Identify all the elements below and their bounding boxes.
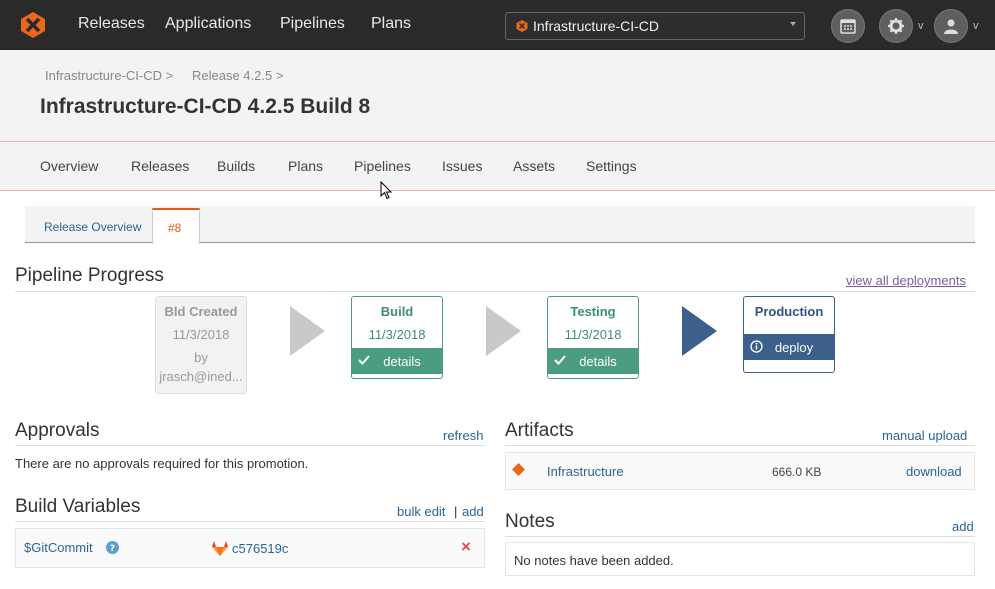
add-note-link[interactable]: add	[952, 519, 974, 534]
svg-text:?: ?	[110, 544, 115, 554]
tab-builds[interactable]: Builds	[217, 158, 255, 174]
notes-title: Notes	[505, 511, 555, 532]
subtab-build-8-label: #8	[168, 221, 182, 235]
nav-applications[interactable]: Applications	[165, 15, 251, 33]
stage-testing: Testing 11/3/2018 details	[547, 296, 639, 379]
stage-title: Build	[380, 304, 414, 319]
stage-date: 11/3/2018	[564, 327, 622, 342]
stage-build: Build 11/3/2018 details	[351, 296, 443, 379]
details-label: details	[579, 354, 617, 369]
tab-settings[interactable]: Settings	[586, 158, 637, 174]
settings-caret[interactable]: v	[918, 20, 924, 32]
stage-date: 11/3/2018	[368, 327, 426, 342]
artifact-row: Infrastructure 666.0 KB download	[505, 452, 975, 490]
nav-releases[interactable]: Releases	[78, 15, 145, 33]
octopus-logo-icon[interactable]	[19, 11, 47, 39]
divider	[15, 445, 485, 446]
subtab-build-8[interactable]: #8	[152, 208, 200, 244]
stage-user: jrasch@ined...	[159, 369, 243, 384]
project-icon	[516, 20, 528, 32]
gear-icon	[888, 18, 904, 34]
help-icon[interactable]: ?	[106, 541, 119, 554]
download-link[interactable]: download	[906, 464, 962, 479]
view-all-deployments-link[interactable]: view all deployments	[846, 273, 966, 288]
pipeline-progress-title: Pipeline Progress	[15, 265, 164, 286]
tab-assets[interactable]: Assets	[513, 158, 555, 174]
tab-pipelines[interactable]: Pipelines	[354, 158, 411, 174]
artifact-size: 666.0 KB	[772, 465, 822, 479]
approvals-title: Approvals	[15, 420, 100, 441]
approvals-empty-text: There are no approvals required for this…	[15, 456, 309, 471]
remove-variable-icon[interactable]: ×	[461, 537, 471, 557]
stage-date: 11/3/2018	[172, 327, 230, 342]
build-variables-title: Build Variables	[15, 496, 141, 517]
details-label: details	[383, 354, 421, 369]
breadcrumb-project[interactable]: Infrastructure-CI-CD >	[45, 68, 173, 83]
nav-plans[interactable]: Plans	[371, 15, 411, 33]
page-header: Infrastructure-CI-CD > Release 4.2.5 > I…	[0, 50, 995, 142]
stage-arrow	[682, 306, 717, 356]
tab-bar: Overview Releases Builds Plans Pipelines…	[0, 142, 995, 191]
divider	[15, 291, 975, 292]
deploy-label: deploy	[774, 340, 814, 355]
tab-overview[interactable]: Overview	[40, 158, 98, 174]
manual-upload-link[interactable]: manual upload	[882, 428, 967, 443]
divider	[505, 445, 975, 446]
user-menu-button[interactable]	[934, 9, 968, 43]
divider	[505, 536, 975, 537]
stage-title: Testing	[570, 304, 616, 319]
divider	[15, 521, 485, 522]
nav-pipelines[interactable]: Pipelines	[280, 15, 345, 33]
testing-details-button[interactable]: details	[548, 348, 638, 374]
calendar-icon	[840, 19, 856, 34]
gitlab-icon	[212, 541, 228, 556]
artifacts-title: Artifacts	[505, 420, 574, 441]
bulk-edit-link[interactable]: bulk edit	[397, 504, 445, 519]
top-navbar: Releases Applications Pipelines Plans In…	[0, 0, 995, 50]
stage-arrow	[290, 306, 325, 356]
chevron-down-icon	[790, 22, 796, 26]
artifact-name[interactable]: Infrastructure	[547, 464, 624, 479]
stage-title: Production	[754, 304, 824, 319]
variable-row: $GitCommit ? c576519c ×	[15, 528, 485, 568]
link-separator: |	[454, 504, 458, 519]
package-icon	[512, 463, 525, 476]
tab-releases[interactable]: Releases	[131, 158, 189, 174]
stage-title: Bld Created	[164, 304, 238, 319]
subtab-release-overview[interactable]: Release Overview	[44, 220, 141, 234]
notes-empty-text: No notes have been added.	[514, 553, 674, 568]
breadcrumb-release[interactable]: Release 4.2.5 >	[192, 68, 283, 83]
tab-plans[interactable]: Plans	[288, 158, 323, 174]
variable-name[interactable]: $GitCommit	[24, 540, 93, 555]
stage-arrow	[486, 306, 521, 356]
subtab-bar: Release Overview #8	[25, 206, 975, 244]
mouse-cursor-icon	[380, 181, 392, 200]
stage-production: Production deploy	[743, 296, 835, 373]
deploy-button[interactable]: deploy	[744, 334, 834, 360]
add-variable-link[interactable]: add	[462, 504, 484, 519]
settings-button[interactable]	[879, 9, 913, 43]
user-icon	[944, 19, 958, 34]
stage-by: by	[194, 350, 208, 365]
tab-issues[interactable]: Issues	[442, 158, 482, 174]
page-title: Infrastructure-CI-CD 4.2.5 Build 8	[40, 95, 371, 118]
project-select-label: Infrastructure-CI-CD	[533, 18, 660, 34]
calendar-button[interactable]	[831, 9, 865, 43]
refresh-link[interactable]: refresh	[443, 428, 483, 443]
variable-value[interactable]: c576519c	[232, 541, 288, 556]
build-details-button[interactable]: details	[352, 348, 442, 374]
user-caret[interactable]: v	[973, 20, 979, 32]
project-select[interactable]: Infrastructure-CI-CD	[505, 12, 805, 40]
notes-panel: No notes have been added.	[505, 542, 975, 576]
stage-bld-created: Bld Created 11/3/2018 by jrasch@ined...	[155, 296, 247, 394]
